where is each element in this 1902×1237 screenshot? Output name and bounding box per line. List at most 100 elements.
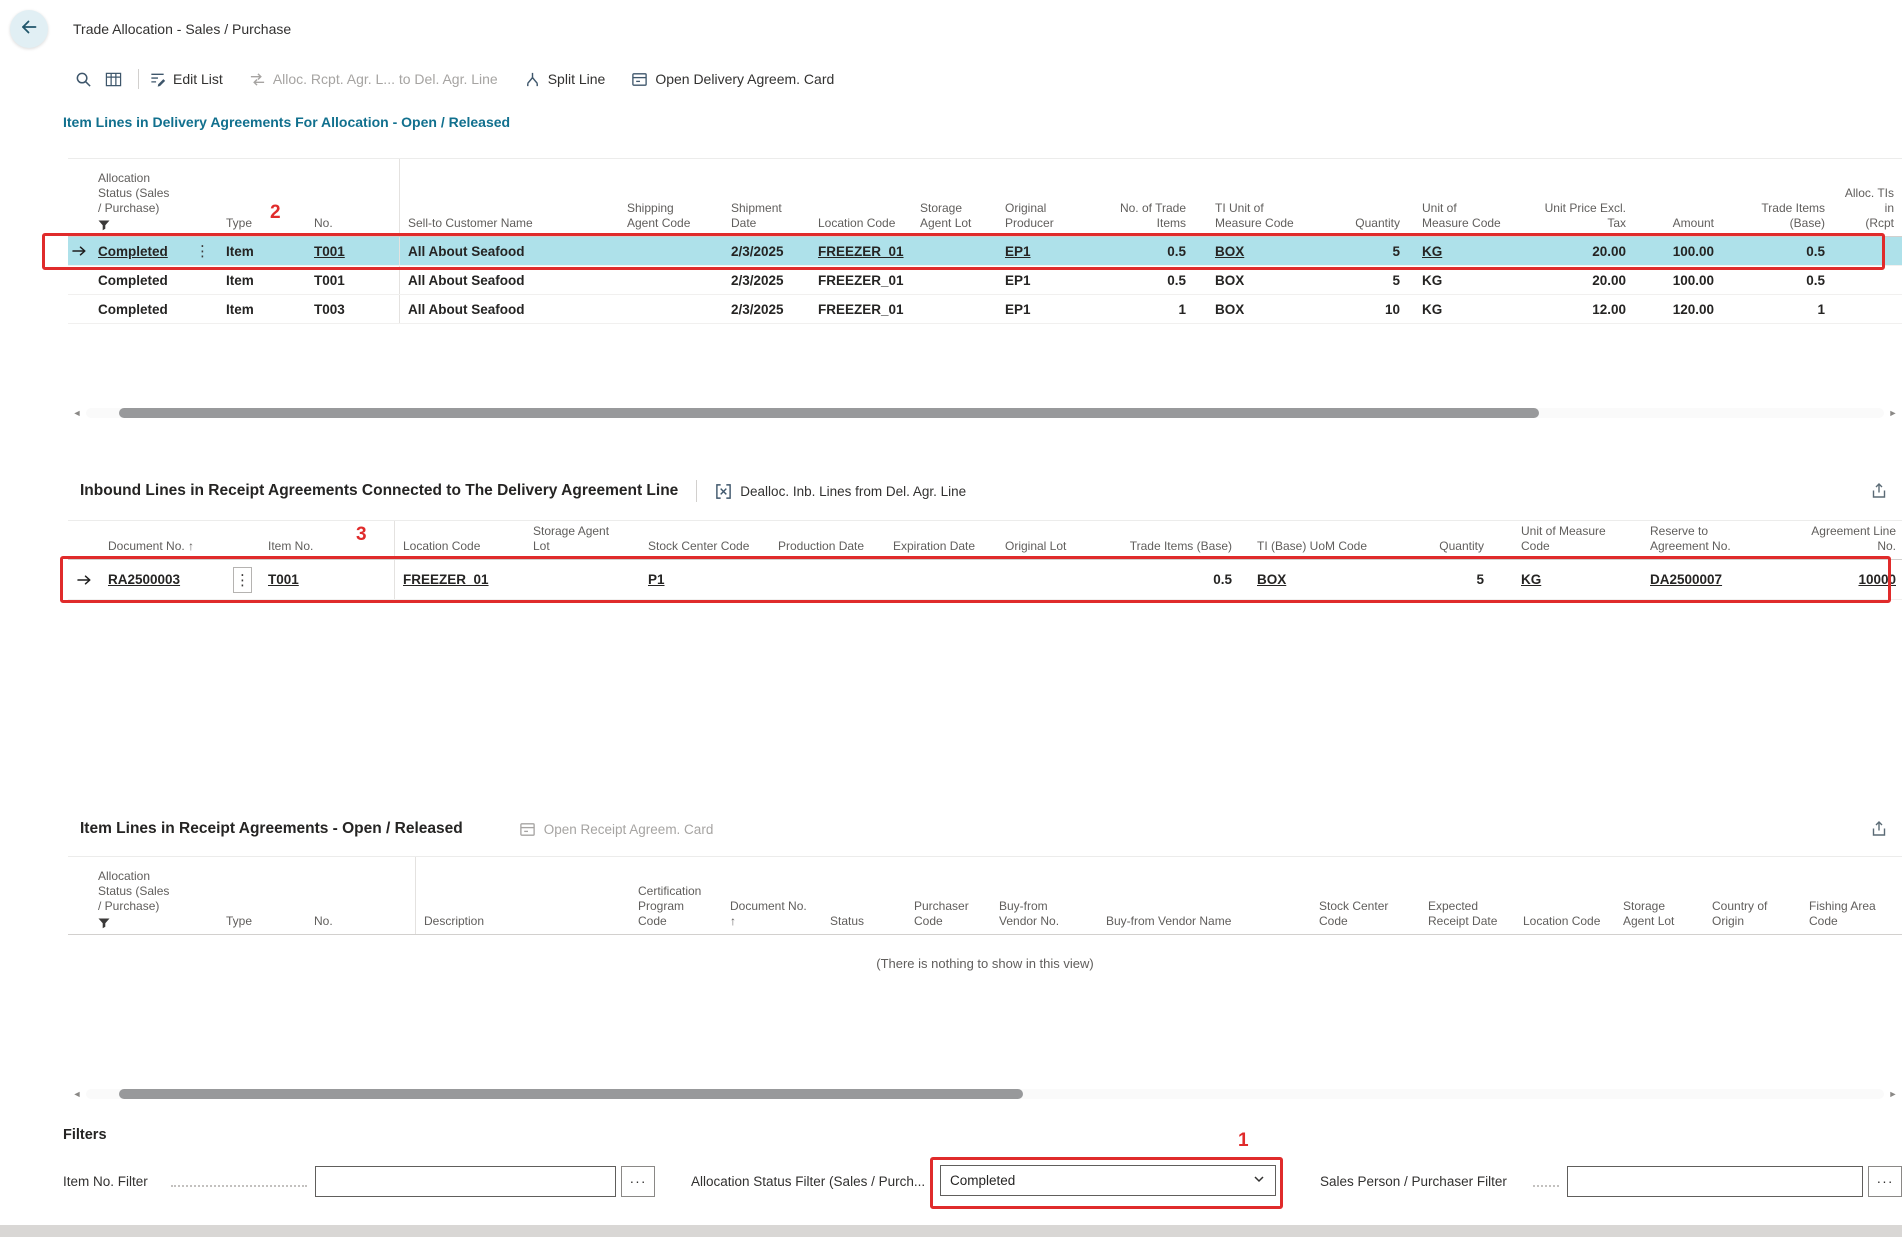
column-header-expiration-date[interactable]: Expiration Date bbox=[885, 521, 997, 559]
cell-type[interactable]: Item bbox=[218, 266, 306, 294]
column-header-allocation-status[interactable]: Allocation Status (Sales / Purchase) bbox=[90, 159, 218, 236]
cell-unit-price-excl-tax[interactable]: 12.00 bbox=[1530, 295, 1634, 323]
share-icon[interactable] bbox=[1870, 482, 1888, 500]
column-header-item-no[interactable]: Item No. bbox=[260, 521, 395, 559]
cell-unit-of-measure-code[interactable]: KG bbox=[1408, 295, 1530, 323]
cell-alloc-tis-in-rcpt[interactable] bbox=[1833, 295, 1902, 323]
cell-alloc-tis-in-rcpt[interactable] bbox=[1833, 266, 1902, 294]
cell-quantity[interactable]: 5 bbox=[1340, 237, 1408, 265]
cell-expiration-date[interactable] bbox=[885, 560, 997, 599]
cell-no-of-trade-items[interactable]: 0.5 bbox=[1074, 266, 1194, 294]
cell-trade-items-base[interactable]: 0.5 bbox=[1722, 266, 1833, 294]
cell-production-date[interactable] bbox=[770, 560, 885, 599]
scrollbar-track[interactable] bbox=[86, 408, 1884, 418]
column-header-no[interactable]: No. bbox=[306, 857, 416, 934]
table-row[interactable]: CompletedItemT003All About Seafood2/3/20… bbox=[68, 295, 1902, 324]
column-header-purchaser-code[interactable]: Purchaser Code bbox=[906, 857, 991, 934]
column-header-quantity[interactable]: Quantity bbox=[1385, 521, 1492, 559]
cell-trade-items-base[interactable]: 0.5 bbox=[1722, 237, 1833, 265]
column-header-shipment-date[interactable]: Shipment Date bbox=[723, 159, 810, 236]
cell-sell-to-customer-name[interactable]: All About Seafood bbox=[400, 295, 619, 323]
open-receipt-card-button[interactable]: Open Receipt Agreem. Card bbox=[519, 821, 714, 838]
column-header-original-lot[interactable]: Original Lot bbox=[997, 521, 1117, 559]
cell-original-producer[interactable]: EP1 bbox=[997, 237, 1074, 265]
cell-storage-agent-lot[interactable] bbox=[912, 266, 997, 294]
item-no-filter-input[interactable] bbox=[315, 1166, 616, 1197]
cell-location-code[interactable]: FREEZER_01 bbox=[395, 560, 525, 599]
cell-allocation-status[interactable]: Completed bbox=[90, 266, 218, 294]
cell-shipping-agent-code[interactable] bbox=[619, 295, 723, 323]
column-header-no[interactable]: No. bbox=[306, 159, 400, 236]
cell-unit-of-measure-code[interactable]: KG bbox=[1408, 266, 1530, 294]
table-row[interactable]: RA2500003⋮T001FREEZER_01P10.5BOX5KGDA250… bbox=[68, 560, 1902, 600]
column-header-buy-from-vendor-no[interactable]: Buy-from Vendor No. bbox=[991, 857, 1098, 934]
column-header-reserve-to-agreement-no[interactable]: Reserve to Agreement No. bbox=[1642, 521, 1782, 559]
column-header-no-of-trade-items[interactable]: No. of Trade Items bbox=[1074, 159, 1194, 236]
column-header-ti-unit-of-measure-code[interactable]: TI Unit of Measure Code bbox=[1194, 159, 1340, 236]
cell-trade-items-base[interactable]: 1 bbox=[1722, 295, 1833, 323]
horizontal-scrollbar-1[interactable]: ◄ ► bbox=[68, 404, 1902, 422]
column-header-ti-base-uom-code[interactable]: TI (Base) UoM Code bbox=[1240, 521, 1385, 559]
cell-no[interactable]: T001 bbox=[306, 237, 400, 265]
search-icon[interactable] bbox=[68, 64, 98, 94]
cell-shipment-date[interactable]: 2/3/2025 bbox=[723, 237, 810, 265]
scrollbar-thumb[interactable] bbox=[119, 1089, 1023, 1099]
cell-unit-of-measure-code[interactable]: KG bbox=[1408, 237, 1530, 265]
column-header-unit-of-measure-code[interactable]: Unit of Measure Code bbox=[1492, 521, 1642, 559]
scrollbar-thumb[interactable] bbox=[119, 408, 1539, 418]
scrollbar-track[interactable] bbox=[86, 1089, 1884, 1099]
cell-ti-unit-of-measure-code[interactable]: BOX bbox=[1194, 266, 1340, 294]
scroll-right-arrow[interactable]: ► bbox=[1884, 408, 1902, 418]
cell-amount[interactable]: 100.00 bbox=[1634, 237, 1722, 265]
column-header-location-code[interactable]: Location Code bbox=[395, 521, 525, 559]
horizontal-scrollbar-2[interactable]: ◄ ► bbox=[68, 1086, 1902, 1102]
cell-shipment-date[interactable]: 2/3/2025 bbox=[723, 295, 810, 323]
column-header-reserve-to-agreement-line-no[interactable]: Reserve to Agreement Line No. bbox=[1782, 521, 1902, 559]
cell-type[interactable]: Item bbox=[218, 237, 306, 265]
column-header-certification-program-code[interactable]: Certification Program Code bbox=[630, 857, 722, 934]
column-header-amount[interactable]: Amount bbox=[1634, 159, 1722, 236]
scroll-right-arrow[interactable]: ► bbox=[1884, 1089, 1902, 1099]
column-header-trade-items-base[interactable]: Trade Items (Base) bbox=[1722, 159, 1833, 236]
cell-original-lot[interactable] bbox=[997, 560, 1117, 599]
cell-reserve-to-agreement-no[interactable]: DA2500007 bbox=[1642, 560, 1782, 599]
sales-person-assist-button[interactable]: ··· bbox=[1868, 1166, 1902, 1197]
cell-original-producer[interactable]: EP1 bbox=[997, 266, 1074, 294]
column-header-trade-items-base[interactable]: Trade Items (Base) bbox=[1117, 521, 1240, 559]
cell-unit-price-excl-tax[interactable]: 20.00 bbox=[1530, 266, 1634, 294]
table-row[interactable]: CompletedItemT001All About Seafood2/3/20… bbox=[68, 266, 1902, 295]
sales-person-filter-input[interactable] bbox=[1567, 1166, 1863, 1197]
cell-sell-to-customer-name[interactable]: All About Seafood bbox=[400, 237, 619, 265]
cell-location-code[interactable]: FREEZER_01 bbox=[810, 237, 912, 265]
cell-ti-unit-of-measure-code[interactable]: BOX bbox=[1194, 295, 1340, 323]
column-header-stock-center-code[interactable]: Stock Center Code bbox=[640, 521, 770, 559]
column-header-type[interactable]: Type bbox=[218, 159, 306, 236]
cell-no[interactable]: T001 bbox=[306, 266, 400, 294]
cell-type[interactable]: Item bbox=[218, 295, 306, 323]
column-header-original-producer[interactable]: Original Producer bbox=[997, 159, 1074, 236]
column-header-storage-agent-lot[interactable]: Storage Agent Lot bbox=[525, 521, 640, 559]
cell-storage-agent-lot[interactable] bbox=[525, 560, 640, 599]
column-header-document-no[interactable]: Document No. ↑ bbox=[722, 857, 822, 934]
cell-quantity[interactable]: 5 bbox=[1385, 560, 1492, 599]
cell-quantity[interactable]: 5 bbox=[1340, 266, 1408, 294]
cell-amount[interactable]: 100.00 bbox=[1634, 266, 1722, 294]
column-header-allocation-status[interactable]: Allocation Status (Sales / Purchase) bbox=[90, 857, 218, 934]
back-button[interactable] bbox=[10, 10, 48, 48]
column-header-storage-agent-lot[interactable]: Storage Agent Lot bbox=[1615, 857, 1704, 934]
cell-quantity[interactable]: 10 bbox=[1340, 295, 1408, 323]
column-header-location-code[interactable]: Location Code bbox=[810, 159, 912, 236]
column-header-alloc-tis-in-rcpt[interactable]: Alloc. TIs in (Rcpt bbox=[1833, 159, 1902, 236]
cell-item-no[interactable]: T001 bbox=[260, 560, 395, 599]
cell-no[interactable]: T003 bbox=[306, 295, 400, 323]
row-menu-icon[interactable]: ⋮ bbox=[191, 242, 210, 260]
cell-unit-of-measure-code[interactable]: KG bbox=[1492, 560, 1642, 599]
cell-alloc-tis-in-rcpt[interactable] bbox=[1833, 237, 1902, 265]
column-header-stock-center-code[interactable]: Stock Center Code bbox=[1311, 857, 1420, 934]
column-header-country-of-origin[interactable]: Country of Origin bbox=[1704, 857, 1801, 934]
table-row[interactable]: Completed⋮ItemT001All About Seafood2/3/2… bbox=[68, 237, 1902, 266]
cell-shipping-agent-code[interactable] bbox=[619, 266, 723, 294]
column-header-buy-from-vendor-name[interactable]: Buy-from Vendor Name bbox=[1098, 857, 1311, 934]
column-header-storage-agent-lot[interactable]: Storage Agent Lot bbox=[912, 159, 997, 236]
column-header-location-code[interactable]: Location Code bbox=[1515, 857, 1615, 934]
